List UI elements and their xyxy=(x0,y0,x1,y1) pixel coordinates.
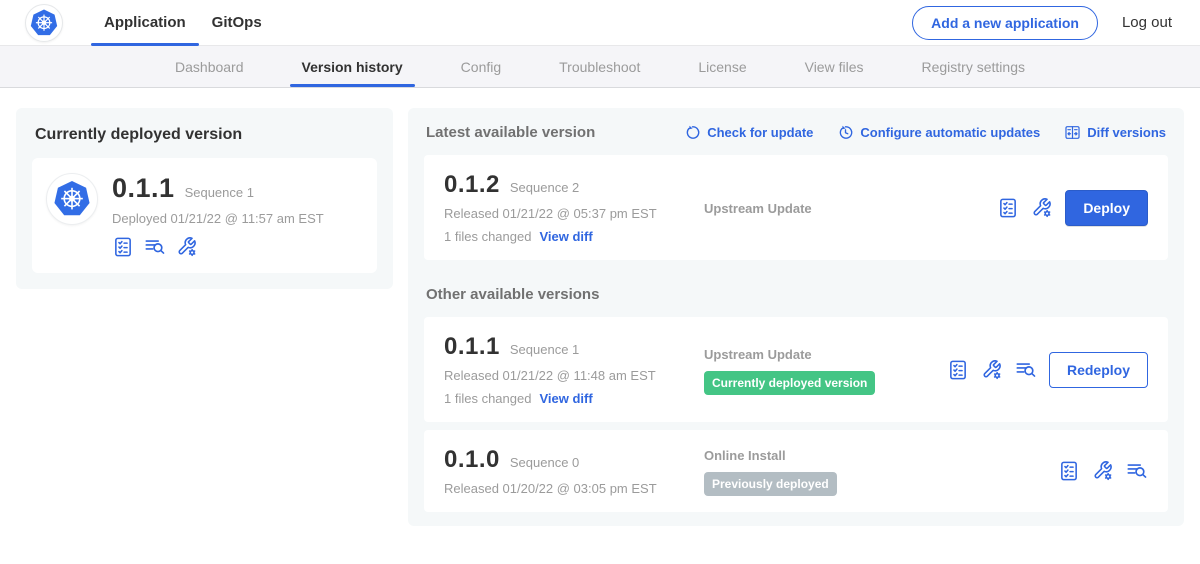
deployed-panel-title: Currently deployed version xyxy=(35,126,377,144)
refresh-icon xyxy=(684,124,701,141)
deploy-logs-icon[interactable] xyxy=(1126,460,1148,482)
config-icon[interactable] xyxy=(176,236,198,258)
preflight-checks-icon[interactable] xyxy=(1058,460,1080,482)
main-content: Currently deployed version 0.1.1 Sequenc… xyxy=(0,88,1200,546)
sequence-label: Sequence 0 xyxy=(510,455,579,470)
tab-application[interactable]: Application xyxy=(91,0,199,45)
deployed-version-card: 0.1.1 Sequence 1 Deployed 01/21/22 @ 11:… xyxy=(32,158,377,273)
version-number: 0.1.2 xyxy=(444,171,500,199)
configure-automatic-updates-label: Configure automatic updates xyxy=(860,125,1040,140)
files-changed-label: 1 files changed xyxy=(444,229,531,244)
currently-deployed-badge: Currently deployed version xyxy=(704,371,875,395)
subtab-version-history-label: Version history xyxy=(302,59,403,75)
subtab-dashboard[interactable]: Dashboard xyxy=(163,46,256,87)
version-card-0-1-1: 0.1.1 Sequence 1 Released 01/21/22 @ 11:… xyxy=(424,317,1168,422)
subtab-troubleshoot[interactable]: Troubleshoot xyxy=(547,46,652,87)
brand xyxy=(25,0,63,45)
kubernetes-logo xyxy=(25,4,63,42)
logout-button[interactable]: Log out xyxy=(1122,14,1172,31)
top-nav: Application GitOps Add a new application… xyxy=(0,0,1200,46)
deploy-logs-icon[interactable] xyxy=(1015,359,1037,381)
diff-versions-icon xyxy=(1064,124,1081,141)
version-number: 0.1.1 xyxy=(444,333,500,361)
preflight-checks-icon[interactable] xyxy=(947,359,969,381)
check-for-update-label: Check for update xyxy=(707,125,813,140)
version-card-0-1-2: 0.1.2 Sequence 2 Released 01/21/22 @ 05:… xyxy=(424,155,1168,260)
config-icon[interactable] xyxy=(1092,460,1114,482)
deploy-logs-icon[interactable] xyxy=(144,236,166,258)
sequence-label: Sequence 1 xyxy=(510,342,579,357)
preflight-checks-icon[interactable] xyxy=(997,197,1019,219)
version-number: 0.1.0 xyxy=(444,446,500,474)
tab-application-label: Application xyxy=(104,14,186,31)
files-changed-label: 1 files changed xyxy=(444,391,531,406)
deployed-sequence-label: Sequence 1 xyxy=(185,185,254,200)
deploy-button[interactable]: Deploy xyxy=(1065,190,1148,226)
released-timestamp: Released 01/20/22 @ 03:05 pm EST xyxy=(444,481,704,496)
subtab-view-files[interactable]: View files xyxy=(793,46,876,87)
version-source-label: Upstream Update xyxy=(704,347,947,362)
other-versions-title: Other available versions xyxy=(426,286,1166,303)
released-timestamp: Released 01/21/22 @ 11:48 am EST xyxy=(444,368,704,383)
version-source-label: Upstream Update xyxy=(704,201,997,216)
subtab-troubleshoot-label: Troubleshoot xyxy=(559,59,640,75)
view-diff-link[interactable]: View diff xyxy=(539,229,592,244)
version-card-0-1-0: 0.1.0 Sequence 0 Released 01/20/22 @ 03:… xyxy=(424,430,1168,512)
configure-automatic-updates-link[interactable]: Configure automatic updates xyxy=(837,124,1040,141)
diff-versions-label: Diff versions xyxy=(1087,125,1166,140)
schedule-update-icon xyxy=(837,124,854,141)
subtab-version-history[interactable]: Version history xyxy=(290,46,415,87)
sequence-label: Sequence 2 xyxy=(510,180,579,195)
latest-version-title: Latest available version xyxy=(426,124,595,141)
subtab-registry-settings-label: Registry settings xyxy=(922,59,1025,75)
app-subnav: Dashboard Version history Config Trouble… xyxy=(0,46,1200,88)
subtab-config-label: Config xyxy=(461,59,501,75)
subtab-config[interactable]: Config xyxy=(449,46,513,87)
subtab-dashboard-label: Dashboard xyxy=(175,59,244,75)
diff-versions-link[interactable]: Diff versions xyxy=(1064,124,1166,141)
released-timestamp: Released 01/21/22 @ 05:37 pm EST xyxy=(444,206,704,221)
subtab-license[interactable]: License xyxy=(686,46,758,87)
tab-gitops[interactable]: GitOps xyxy=(199,0,275,45)
subtab-registry-settings[interactable]: Registry settings xyxy=(910,46,1037,87)
tab-gitops-label: GitOps xyxy=(212,14,262,31)
check-for-update-link[interactable]: Check for update xyxy=(684,124,813,141)
previously-deployed-badge: Previously deployed xyxy=(704,472,837,496)
deployed-version-number: 0.1.1 xyxy=(112,173,175,204)
version-history-panel: Latest available version Check for updat… xyxy=(408,108,1184,526)
subtab-license-label: License xyxy=(698,59,746,75)
view-diff-link[interactable]: View diff xyxy=(539,391,592,406)
subtab-view-files-label: View files xyxy=(805,59,864,75)
app-icon xyxy=(46,173,98,225)
deployed-timestamp: Deployed 01/21/22 @ 11:57 am EST xyxy=(112,211,324,226)
config-icon[interactable] xyxy=(981,359,1003,381)
add-application-button[interactable]: Add a new application xyxy=(912,6,1098,40)
currently-deployed-panel: Currently deployed version 0.1.1 Sequenc… xyxy=(16,108,393,289)
preflight-checks-icon[interactable] xyxy=(112,236,134,258)
redeploy-button[interactable]: Redeploy xyxy=(1049,352,1148,388)
version-source-label: Online Install xyxy=(704,448,1058,463)
config-icon[interactable] xyxy=(1031,197,1053,219)
